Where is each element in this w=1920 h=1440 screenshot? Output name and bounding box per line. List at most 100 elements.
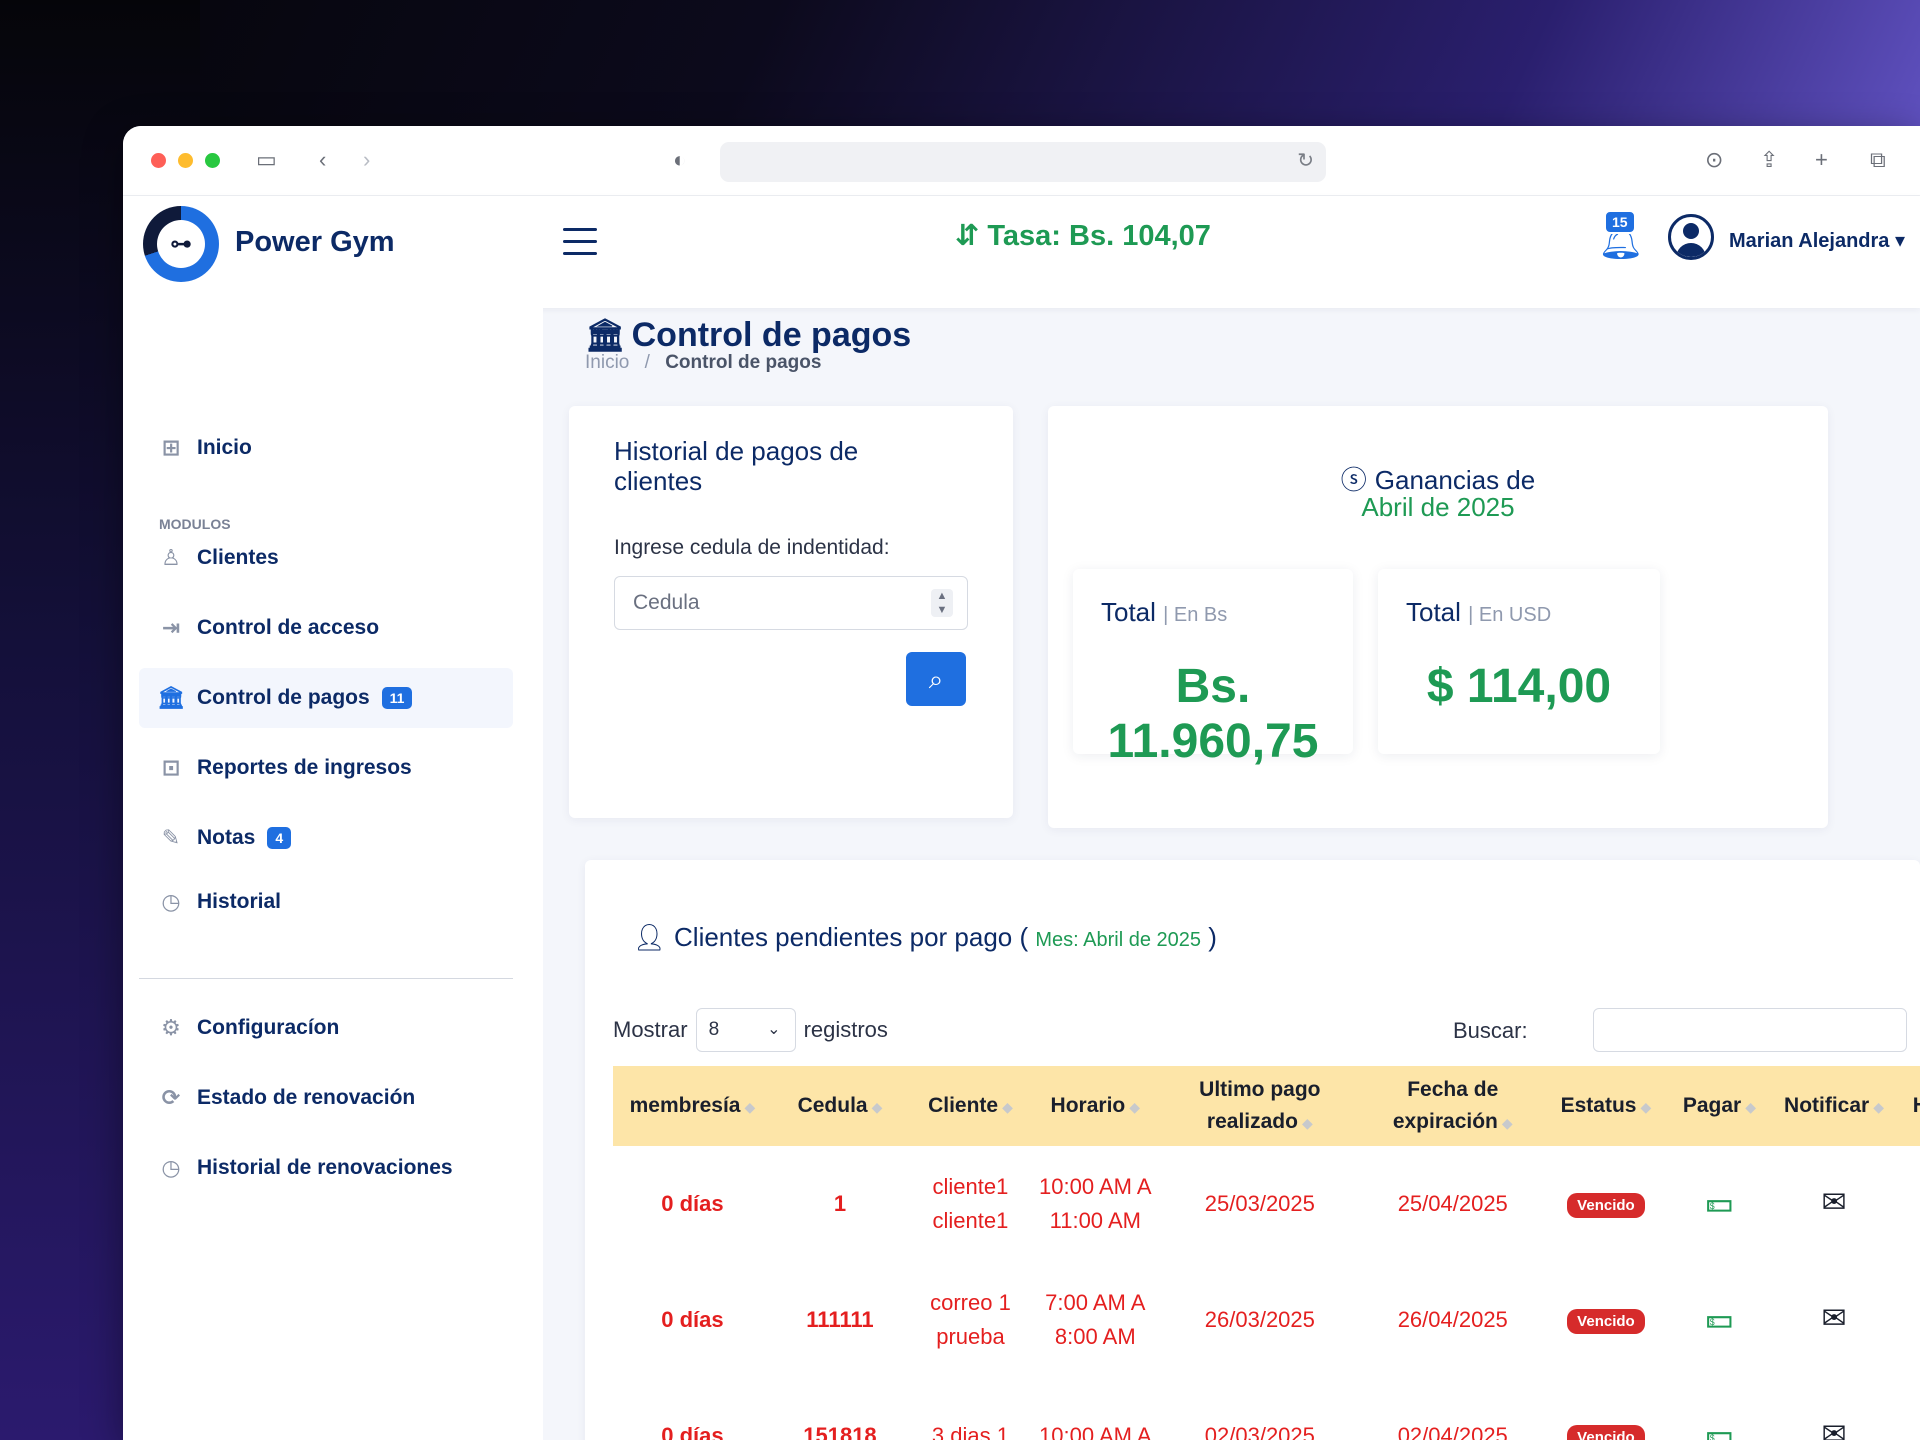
sidebar-item-estado-renovacion[interactable]: ⟳ Estado de renovación (139, 1068, 513, 1128)
download-icon[interactable]: ⊙ (1705, 146, 1723, 174)
historial-pagos-card: Historial de pagos de clientes Ingrese c… (569, 406, 1013, 818)
envelope-icon[interactable]: ✉ (1821, 1186, 1846, 1219)
dumbbell-icon: ⊶ (157, 220, 205, 268)
pendientes-title: 👤︎ Clientes pendientes por pago ( Mes: Ab… (633, 922, 1217, 952)
envelope-icon[interactable]: ✉ (1821, 1302, 1846, 1335)
sidebar-item-label: Historial (197, 890, 282, 913)
avatar[interactable] (1668, 214, 1714, 260)
cell-estatus: Vencido (1544, 1262, 1669, 1378)
user-menu[interactable]: Marian Alejandra ▾ (1729, 228, 1905, 253)
sidebar-item-configuracion[interactable]: ⚙ Configuracíon (139, 998, 513, 1058)
table-row: 0 días 111111 correo 1 prueba 7:00 AM A … (613, 1262, 1920, 1378)
notifications-bell-icon[interactable]: 🔔︎ 15 (1598, 210, 1644, 262)
total-bs-value: Bs. 11.960,75 (1107, 660, 1319, 768)
cell-notificar: ✉ (1770, 1262, 1897, 1378)
table-search-input[interactable] (1593, 1008, 1907, 1052)
cell-h (1898, 1146, 1920, 1262)
tabs-overview-icon[interactable]: ⧉ (1870, 146, 1886, 174)
grid-icon: ⊞ (161, 435, 181, 460)
status-badge: Vencido (1567, 1308, 1645, 1334)
sidebar-item-clientes[interactable]: ♙ Clientes (139, 528, 513, 588)
minimize-window-button[interactable] (178, 153, 193, 168)
sidebar-item-historial-renovaciones[interactable]: ◷ Historial de renovaciones (139, 1138, 513, 1198)
new-tab-icon[interactable]: + (1815, 146, 1828, 174)
browser-toolbar: ▭ ‹ › ◐ ↻ ⊙ ⇪ + ⧉ (123, 126, 1920, 196)
cell-cedula: 151818 (803, 1423, 877, 1440)
sidebar-item-control-acceso[interactable]: ⇥ Control de acceso (139, 598, 513, 658)
ganancias-title-text: Ganancias de (1374, 465, 1536, 495)
forward-icon[interactable]: › (363, 146, 370, 174)
share-icon[interactable]: ⇪ (1760, 146, 1778, 174)
col-fecha-expiracion[interactable]: Fecha de expiración ◆ (1361, 1066, 1544, 1146)
address-bar[interactable]: ↻ (720, 142, 1326, 182)
cell-cliente: 3 dias 1 (931, 1423, 1009, 1440)
search-button[interactable]: ⌕ (906, 652, 966, 706)
sidebar-item-label: Inicio (197, 436, 252, 459)
cell-fecha-expiracion: 26/04/2025 (1397, 1307, 1508, 1332)
col-h[interactable]: H (1897, 1066, 1920, 1146)
envelope-icon[interactable]: ✉ (1821, 1418, 1846, 1440)
col-cliente[interactable]: Cliente ◆ (908, 1066, 1033, 1146)
col-horario[interactable]: Horario ◆ (1032, 1066, 1158, 1146)
browser-window: ▭ ‹ › ◐ ↻ ⊙ ⇪ + ⧉ ⊶ Power Gym ⇵ Tasa: Bs… (123, 126, 1920, 1440)
status-badge: Vencido (1567, 1192, 1645, 1218)
sidebar-item-label: Control de acceso (197, 616, 380, 639)
sidebar-item-inicio[interactable]: ⊞ Inicio (139, 418, 513, 478)
cell-cliente: correo 1 prueba (930, 1290, 1011, 1349)
pay-money-icon[interactable]: 💵︎ (1706, 1302, 1733, 1335)
cell-ultimo-pago: 25/03/2025 (1204, 1191, 1315, 1216)
sidebar: ⊞ Inicio MODULOS ♙ Clientes ⇥ Control de… (123, 308, 543, 1440)
sidebar-item-control-pagos[interactable]: 🏛︎ Control de pagos 11 (139, 668, 513, 728)
breadcrumb-home[interactable]: Inicio (585, 352, 629, 373)
search-icon: ⌕ (928, 664, 944, 694)
breadcrumb-current: Control de pagos (665, 352, 822, 373)
table-header-row: membresía ◆ Cedula ◆ Cliente ◆ Horario ◆ Ult… (613, 1066, 1920, 1146)
col-membresia[interactable]: membresía ◆ (613, 1066, 772, 1146)
page-length-select[interactable]: 8 ⌄ (695, 1008, 796, 1052)
col-notificar[interactable]: Notificar ◆ (1770, 1066, 1898, 1146)
shield-icon[interactable]: ◐ (673, 146, 686, 174)
ganancias-period: Abril de 2025 (1361, 492, 1515, 522)
window-controls (151, 153, 220, 168)
col-cedula[interactable]: Cedula ◆ (771, 1066, 909, 1146)
col-ultimo-pago[interactable]: Ultimo pago realizado ◆ (1157, 1066, 1362, 1146)
ganancias-card: ⓢ Ganancias de Abril de 2025 Total | En B… (1048, 406, 1828, 828)
cell-fecha-expiracion: 02/04/2025 (1397, 1423, 1508, 1440)
menu-toggle-button[interactable] (563, 228, 597, 256)
cell-ultimo-pago: 02/03/2025 (1204, 1423, 1315, 1440)
col-pagar[interactable]: Pagar ◆ (1668, 1066, 1771, 1146)
logo: ⊶ (143, 206, 219, 282)
cell-horario: 7:00 AM A 8:00 AM (1045, 1290, 1146, 1349)
back-icon[interactable]: ‹ (319, 146, 326, 174)
number-stepper[interactable]: ▲ ▼ (931, 589, 953, 617)
edit-icon: ✎ (161, 825, 181, 850)
cell-notificar: ✉ (1770, 1146, 1897, 1262)
col-estatus[interactable]: Estatus ◆ (1543, 1066, 1669, 1146)
cedula-input[interactable]: Cedula ▲ ▼ (614, 576, 968, 630)
sidebar-toggle-icon[interactable]: ▭ (256, 146, 277, 174)
sidebar-divider (139, 978, 513, 979)
show-label: Mostrar (613, 1017, 688, 1042)
cell-membresia: 0 días (661, 1191, 724, 1216)
login-icon: ⇥ (161, 615, 181, 640)
cell-h (1898, 1262, 1920, 1378)
bank-icon: 🏛︎ (585, 317, 626, 353)
brand-name: Power Gym (235, 226, 395, 258)
sidebar-item-reportes[interactable]: ⊡ Reportes de ingresos (139, 738, 513, 798)
sidebar-item-notas[interactable]: ✎ Notas 4 (139, 808, 513, 868)
cell-notificar: ✉ (1770, 1378, 1897, 1440)
zoom-window-button[interactable] (205, 153, 220, 168)
close-window-button[interactable] (151, 153, 166, 168)
pay-money-icon[interactable]: 💵︎ (1706, 1418, 1733, 1440)
sidebar-item-label: Estado de renovación (197, 1086, 416, 1109)
cell-membresia: 0 días (661, 1423, 724, 1440)
sidebar-item-label: Notas (197, 826, 256, 849)
cell-cedula: 1 (833, 1191, 847, 1216)
pay-money-icon[interactable]: 💵︎ (1706, 1186, 1733, 1219)
count-badge: 11 (381, 687, 413, 709)
reload-icon[interactable]: ↻ (1297, 148, 1314, 173)
clock-icon: ◷ (161, 889, 181, 914)
cell-cedula: 111111 (806, 1307, 874, 1332)
sidebar-item-historial[interactable]: ◷ Historial (139, 872, 513, 932)
cell-ultimo-pago: 26/03/2025 (1204, 1307, 1315, 1332)
